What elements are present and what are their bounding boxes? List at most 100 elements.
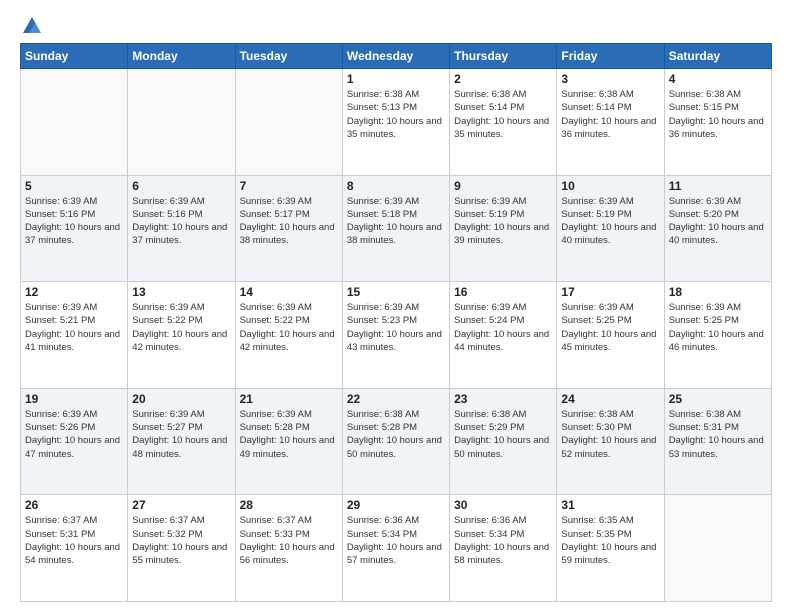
day-number: 9 [454,179,552,193]
day-number: 22 [347,392,445,406]
day-number: 31 [561,498,659,512]
weekday-header-tuesday: Tuesday [235,44,342,69]
week-row-3: 12 Sunrise: 6:39 AM Sunset: 5:21 PM Dayli… [21,282,772,389]
calendar-cell: 5 Sunrise: 6:39 AM Sunset: 5:16 PM Daylig… [21,175,128,282]
day-number: 27 [132,498,230,512]
day-info: Sunrise: 6:39 AM Sunset: 5:23 PM Dayligh… [347,301,445,354]
calendar-cell: 14 Sunrise: 6:39 AM Sunset: 5:22 PM Dayli… [235,282,342,389]
week-row-1: 1 Sunrise: 6:38 AM Sunset: 5:13 PM Daylig… [21,69,772,176]
day-number: 19 [25,392,123,406]
calendar-cell: 4 Sunrise: 6:38 AM Sunset: 5:15 PM Daylig… [664,69,771,176]
day-number: 15 [347,285,445,299]
calendar-cell: 23 Sunrise: 6:38 AM Sunset: 5:29 PM Dayli… [450,388,557,495]
day-info: Sunrise: 6:39 AM Sunset: 5:22 PM Dayligh… [132,301,230,354]
page: SundayMondayTuesdayWednesdayThursdayFrid… [0,0,792,612]
calendar-cell: 18Sunrise: 6:39 AM Sunset: 5:25 PM Dayli… [664,282,771,389]
day-info: Sunrise: 6:39 AM Sunset: 5:27 PM Dayligh… [132,408,230,461]
weekday-header-thursday: Thursday [450,44,557,69]
weekday-header-sunday: Sunday [21,44,128,69]
day-info: Sunrise: 6:38 AM Sunset: 5:14 PM Dayligh… [454,88,552,141]
logo-icon [21,15,43,37]
day-number: 5 [25,179,123,193]
calendar-cell [235,69,342,176]
day-number: 4 [669,72,767,86]
day-number: 25 [669,392,767,406]
calendar-cell: 6Sunrise: 6:39 AM Sunset: 5:16 PM Daylig… [128,175,235,282]
calendar-cell: 27 Sunrise: 6:37 AM Sunset: 5:32 PM Dayli… [128,495,235,602]
calendar-cell: 11Sunrise: 6:39 AM Sunset: 5:20 PM Dayli… [664,175,771,282]
day-info: Sunrise: 6:39 AM Sunset: 5:16 PM Dayligh… [25,195,123,248]
day-info: Sunrise: 6:39 AM Sunset: 5:18 PM Dayligh… [347,195,445,248]
day-number: 2 [454,72,552,86]
day-number: 8 [347,179,445,193]
day-info: Sunrise: 6:38 AM Sunset: 5:31 PM Dayligh… [669,408,767,461]
logo [20,15,43,35]
weekday-header-row: SundayMondayTuesdayWednesdayThursdayFrid… [21,44,772,69]
day-info: Sunrise: 6:39 AM Sunset: 5:20 PM Dayligh… [669,195,767,248]
day-info: Sunrise: 6:39 AM Sunset: 5:28 PM Dayligh… [240,408,338,461]
day-number: 29 [347,498,445,512]
calendar-cell: 2 Sunrise: 6:38 AM Sunset: 5:14 PM Daylig… [450,69,557,176]
calendar-table: SundayMondayTuesdayWednesdayThursdayFrid… [20,43,772,602]
weekday-header-saturday: Saturday [664,44,771,69]
calendar-cell: 31 Sunrise: 6:35 AM Sunset: 5:35 PM Dayli… [557,495,664,602]
day-number: 10 [561,179,659,193]
day-number: 13 [132,285,230,299]
day-number: 3 [561,72,659,86]
day-number: 1 [347,72,445,86]
week-row-2: 5 Sunrise: 6:39 AM Sunset: 5:16 PM Daylig… [21,175,772,282]
day-info: Sunrise: 6:39 AM Sunset: 5:25 PM Dayligh… [669,301,767,354]
day-info: Sunrise: 6:39 AM Sunset: 5:26 PM Dayligh… [25,408,123,461]
calendar-cell: 9Sunrise: 6:39 AM Sunset: 5:19 PM Daylig… [450,175,557,282]
calendar-cell: 3Sunrise: 6:38 AM Sunset: 5:14 PM Daylig… [557,69,664,176]
day-info: Sunrise: 6:39 AM Sunset: 5:22 PM Dayligh… [240,301,338,354]
calendar-cell: 7 Sunrise: 6:39 AM Sunset: 5:17 PM Daylig… [235,175,342,282]
day-number: 14 [240,285,338,299]
week-row-5: 26 Sunrise: 6:37 AM Sunset: 5:31 PM Dayli… [21,495,772,602]
week-row-4: 19 Sunrise: 6:39 AM Sunset: 5:26 PM Dayli… [21,388,772,495]
calendar-cell: 20 Sunrise: 6:39 AM Sunset: 5:27 PM Dayli… [128,388,235,495]
day-info: Sunrise: 6:39 AM Sunset: 5:24 PM Dayligh… [454,301,552,354]
calendar-cell: 17 Sunrise: 6:39 AM Sunset: 5:25 PM Dayli… [557,282,664,389]
calendar-cell: 15 Sunrise: 6:39 AM Sunset: 5:23 PM Dayli… [342,282,449,389]
day-info: Sunrise: 6:38 AM Sunset: 5:29 PM Dayligh… [454,408,552,461]
day-number: 28 [240,498,338,512]
day-number: 20 [132,392,230,406]
calendar-cell: 25 Sunrise: 6:38 AM Sunset: 5:31 PM Dayli… [664,388,771,495]
calendar-cell: 10 Sunrise: 6:39 AM Sunset: 5:19 PM Dayli… [557,175,664,282]
calendar-cell: 24 Sunrise: 6:38 AM Sunset: 5:30 PM Dayli… [557,388,664,495]
day-info: Sunrise: 6:38 AM Sunset: 5:15 PM Dayligh… [669,88,767,141]
day-number: 12 [25,285,123,299]
calendar-cell: 26 Sunrise: 6:37 AM Sunset: 5:31 PM Dayli… [21,495,128,602]
day-info: Sunrise: 6:39 AM Sunset: 5:21 PM Dayligh… [25,301,123,354]
calendar-cell [128,69,235,176]
calendar-cell: 30 Sunrise: 6:36 AM Sunset: 5:34 PM Dayli… [450,495,557,602]
day-info: Sunrise: 6:39 AM Sunset: 5:25 PM Dayligh… [561,301,659,354]
day-number: 23 [454,392,552,406]
day-info: Sunrise: 6:37 AM Sunset: 5:31 PM Dayligh… [25,514,123,567]
day-info: Sunrise: 6:36 AM Sunset: 5:34 PM Dayligh… [347,514,445,567]
weekday-header-friday: Friday [557,44,664,69]
day-number: 17 [561,285,659,299]
day-number: 24 [561,392,659,406]
calendar-cell: 13 Sunrise: 6:39 AM Sunset: 5:22 PM Dayli… [128,282,235,389]
calendar-cell: 29 Sunrise: 6:36 AM Sunset: 5:34 PM Dayli… [342,495,449,602]
day-info: Sunrise: 6:37 AM Sunset: 5:32 PM Dayligh… [132,514,230,567]
calendar-cell: 16 Sunrise: 6:39 AM Sunset: 5:24 PM Dayli… [450,282,557,389]
calendar-cell: 12 Sunrise: 6:39 AM Sunset: 5:21 PM Dayli… [21,282,128,389]
day-info: Sunrise: 6:36 AM Sunset: 5:34 PM Dayligh… [454,514,552,567]
day-number: 16 [454,285,552,299]
day-info: Sunrise: 6:38 AM Sunset: 5:30 PM Dayligh… [561,408,659,461]
calendar-cell: 19 Sunrise: 6:39 AM Sunset: 5:26 PM Dayli… [21,388,128,495]
day-info: Sunrise: 6:39 AM Sunset: 5:19 PM Dayligh… [561,195,659,248]
day-info: Sunrise: 6:35 AM Sunset: 5:35 PM Dayligh… [561,514,659,567]
day-info: Sunrise: 6:39 AM Sunset: 5:16 PM Dayligh… [132,195,230,248]
day-number: 30 [454,498,552,512]
day-number: 26 [25,498,123,512]
day-number: 7 [240,179,338,193]
calendar-cell: 21Sunrise: 6:39 AM Sunset: 5:28 PM Dayli… [235,388,342,495]
calendar-cell: 22Sunrise: 6:38 AM Sunset: 5:28 PM Dayli… [342,388,449,495]
calendar-cell [21,69,128,176]
day-info: Sunrise: 6:39 AM Sunset: 5:17 PM Dayligh… [240,195,338,248]
day-info: Sunrise: 6:38 AM Sunset: 5:13 PM Dayligh… [347,88,445,141]
